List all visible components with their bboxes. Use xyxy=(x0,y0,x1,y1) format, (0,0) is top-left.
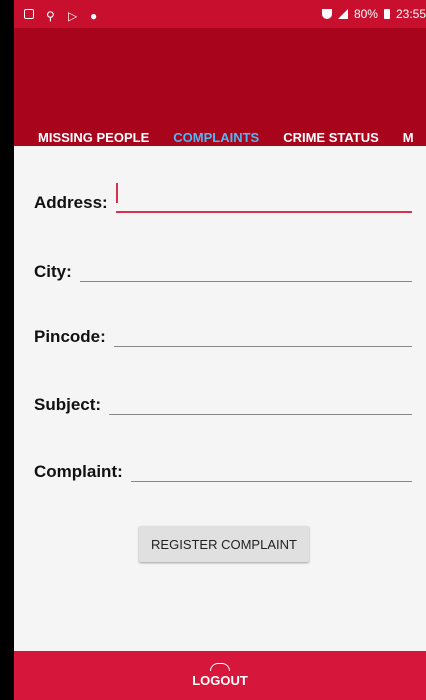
logout-button[interactable]: LOGOUT xyxy=(192,673,248,688)
text-cursor xyxy=(115,183,118,203)
subject-input[interactable] xyxy=(109,394,412,415)
play-icon: ▷ xyxy=(68,9,78,23)
address-row: Address: xyxy=(34,183,412,213)
complaint-input[interactable] xyxy=(130,461,412,482)
notification-icon xyxy=(24,9,34,19)
clock: 23:55 xyxy=(395,7,426,21)
address-input[interactable] xyxy=(115,183,412,213)
signal-icon xyxy=(337,9,348,19)
bottom-bar: LOGOUT xyxy=(14,651,426,700)
battery-percent: 80% xyxy=(353,7,378,21)
pincode-row: Pincode: xyxy=(34,326,412,347)
usb-icon: ⚲ xyxy=(46,9,55,23)
battery-icon xyxy=(383,9,390,19)
address-label: Address: xyxy=(34,193,108,212)
status-bar: ⚲ ▷ ● 80% 23:55 xyxy=(14,0,426,28)
complaint-label: Complaint: xyxy=(34,462,123,481)
bug-icon: ● xyxy=(90,9,98,23)
complaint-row: Complaint: xyxy=(34,461,412,482)
city-row: City: xyxy=(34,261,412,282)
home-icon xyxy=(210,663,230,671)
city-label: City: xyxy=(34,262,72,281)
app-screen: ⚲ ▷ ● 80% 23:55 MISSING PEOPLE COMPLAINT… xyxy=(14,0,426,700)
subject-row: Subject: xyxy=(34,394,412,415)
pincode-label: Pincode: xyxy=(34,327,106,346)
subject-label: Subject: xyxy=(34,395,102,414)
city-input[interactable] xyxy=(79,261,412,282)
register-complaint-button[interactable]: REGISTER COMPLAINT xyxy=(139,526,309,562)
wifi-icon xyxy=(321,9,332,19)
pincode-input[interactable] xyxy=(113,326,412,347)
app-bar: MISSING PEOPLE COMPLAINTS CRIME STATUS M xyxy=(14,28,426,163)
complaint-form: Address: City: Pincode: Subject: Complai… xyxy=(14,146,426,651)
